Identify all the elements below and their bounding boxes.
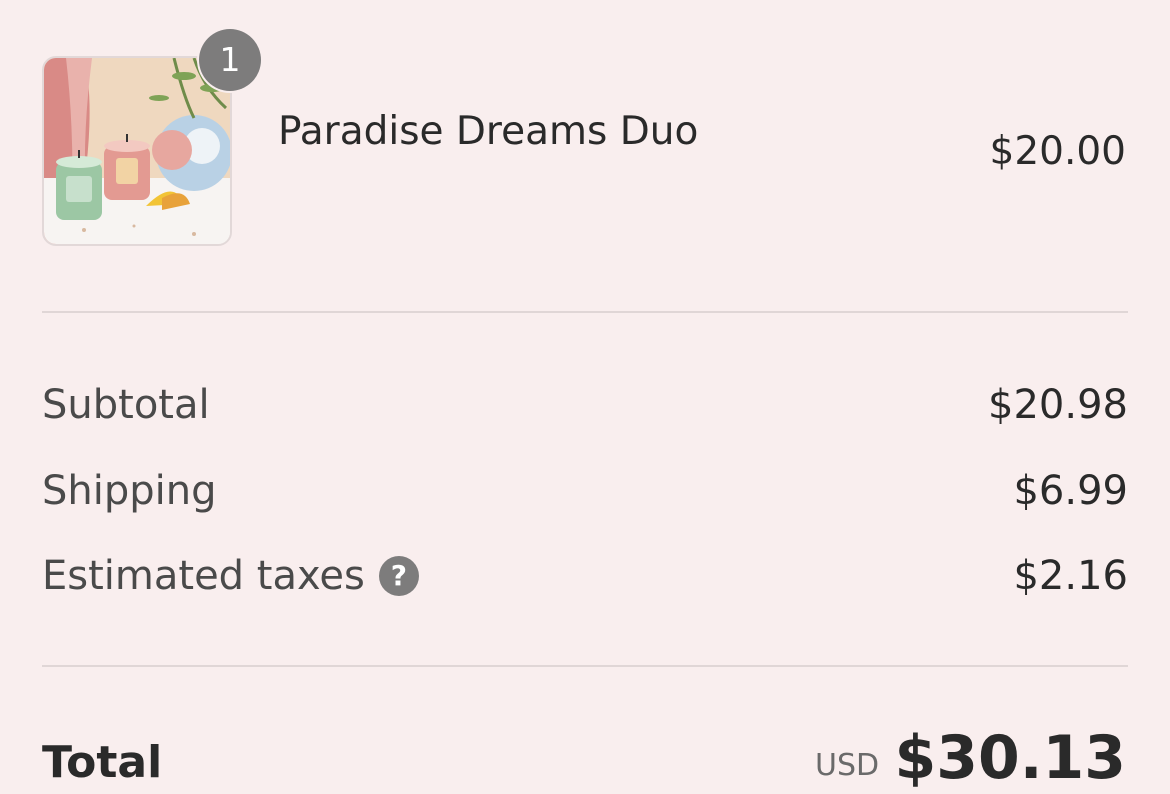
shipping-label: Shipping — [42, 468, 217, 514]
product-image — [42, 56, 232, 246]
taxes-label: Estimated taxes — [42, 553, 365, 599]
divider — [42, 665, 1128, 667]
shipping-value: $6.99 — [1013, 468, 1128, 514]
product-name: Paradise Dreams Duo — [278, 109, 699, 154]
taxes-label-group: Estimated taxes ? — [42, 551, 419, 601]
candle-product-image-icon — [44, 58, 230, 244]
taxes-value: $2.16 — [1013, 553, 1128, 599]
taxes-row: Estimated taxes ? $2.16 — [42, 551, 1128, 601]
product-price: $20.00 — [989, 129, 1126, 174]
divider — [42, 311, 1128, 313]
quantity-badge: 1 — [199, 29, 261, 91]
currency-code: USD — [815, 748, 880, 783]
shipping-row: Shipping $6.99 — [42, 466, 1128, 516]
help-icon[interactable]: ? — [378, 556, 419, 596]
subtotal-row: Subtotal $20.98 — [42, 380, 1128, 430]
subtotal-value: $20.98 — [988, 382, 1128, 428]
subtotal-label: Subtotal — [42, 382, 210, 428]
total-value: $30.13 — [894, 723, 1126, 793]
total-label: Total — [42, 737, 163, 788]
